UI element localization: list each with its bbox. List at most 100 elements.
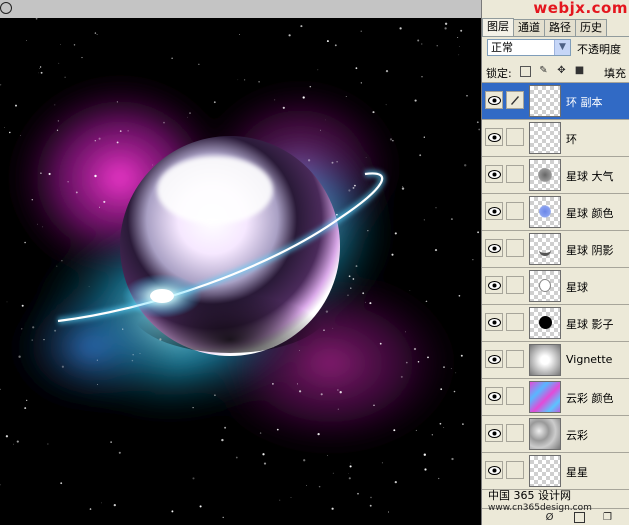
star: [96, 383, 99, 386]
star: [131, 359, 134, 362]
layer-row[interactable]: 星球 阴影: [482, 231, 629, 268]
star: [392, 140, 394, 142]
star: [296, 383, 298, 385]
star: [127, 130, 129, 132]
star: [116, 101, 119, 103]
link-slot[interactable]: [506, 128, 524, 146]
star: [336, 213, 338, 216]
layer-name: 环: [566, 133, 577, 146]
eye-icon[interactable]: [485, 239, 503, 257]
star: [171, 510, 174, 513]
star: [58, 62, 60, 64]
link-slot[interactable]: [506, 313, 524, 331]
lock-move-icon[interactable]: ✥: [556, 65, 567, 76]
star: [224, 426, 227, 429]
star: [39, 66, 42, 68]
star: [417, 39, 420, 42]
link-slot[interactable]: [506, 350, 524, 368]
link-slot[interactable]: [506, 461, 524, 479]
layer-row[interactable]: 环: [482, 120, 629, 157]
eye-icon[interactable]: [485, 276, 503, 294]
star: [235, 456, 238, 459]
star: [214, 394, 216, 397]
star: [60, 44, 61, 45]
link-slot[interactable]: [506, 165, 524, 183]
layer-thumbnail: [529, 122, 561, 154]
layer-row[interactable]: 星球: [482, 268, 629, 305]
eye-icon[interactable]: [485, 461, 503, 479]
eye-icon[interactable]: [485, 424, 503, 442]
brush-icon[interactable]: [506, 91, 524, 109]
star: [337, 408, 339, 410]
layer-thumbnail: [529, 418, 561, 450]
document-canvas[interactable]: [0, 18, 481, 525]
star: [81, 57, 83, 59]
star: [132, 354, 134, 356]
star: [21, 304, 24, 307]
star: [64, 76, 66, 78]
layer-row[interactable]: Vignette: [482, 342, 629, 379]
blend-mode-select[interactable]: 正常 ▼: [487, 39, 571, 56]
layer-row[interactable]: 星球 大气: [482, 157, 629, 194]
layer-row[interactable]: 星球 颜色: [482, 194, 629, 231]
eye-icon[interactable]: [485, 202, 503, 220]
star: [415, 429, 417, 431]
star: [113, 503, 116, 507]
eye-icon[interactable]: [485, 313, 503, 331]
star: [365, 157, 367, 158]
chevron-down-icon[interactable]: ▼: [554, 40, 570, 55]
star: [189, 112, 191, 114]
eye-icon[interactable]: [485, 128, 503, 146]
link-slot[interactable]: [506, 239, 524, 257]
star: [352, 186, 355, 189]
star: [472, 259, 474, 261]
link-slot[interactable]: [506, 202, 524, 220]
star: [327, 454, 328, 456]
watermark-site-name: 中国 365 设计网: [488, 489, 571, 502]
opacity-label: 不透明度: [577, 43, 621, 56]
star: [54, 104, 56, 106]
star: [26, 40, 27, 41]
star: [116, 141, 119, 144]
eye-icon[interactable]: [485, 350, 503, 368]
star: [439, 422, 442, 425]
star: [279, 499, 281, 501]
lock-all-icon[interactable]: ■: [574, 65, 585, 76]
star: [24, 241, 26, 244]
star: [317, 432, 320, 436]
star: [96, 359, 98, 361]
lock-transparent-icon[interactable]: [520, 66, 531, 77]
lock-brush-icon[interactable]: ✎: [538, 65, 549, 76]
link-slot[interactable]: [506, 276, 524, 294]
tab-history[interactable]: 历史: [575, 19, 607, 36]
layers-panel: webjx.com 图层 通道 路径 历史 正常 ▼ 不透明度 锁定: ✎ ✥ …: [481, 0, 629, 525]
eye-icon[interactable]: [485, 91, 503, 109]
layer-row[interactable]: 环 副本: [482, 83, 629, 120]
star: [457, 37, 459, 39]
star: [187, 116, 189, 118]
star: [347, 294, 349, 296]
layer-row[interactable]: 云彩: [482, 416, 629, 453]
star: [453, 390, 456, 393]
star: [258, 80, 260, 83]
eye-icon[interactable]: [485, 387, 503, 405]
layer-name: 云彩 颜色: [566, 392, 614, 405]
star: [39, 68, 40, 69]
layer-name: 云彩: [566, 429, 588, 442]
layer-row[interactable]: 星星: [482, 453, 629, 490]
star: [319, 129, 322, 131]
star: [431, 434, 433, 436]
link-slot[interactable]: [506, 387, 524, 405]
star: [119, 130, 122, 132]
eye-icon[interactable]: [485, 165, 503, 183]
watermark-site: 中国 365 设计网 www.cn365design.com: [488, 490, 629, 514]
layer-row[interactable]: 星球 影子: [482, 305, 629, 342]
star: [282, 106, 285, 109]
layer-thumbnail: [529, 233, 561, 265]
layer-row[interactable]: 云彩 颜色: [482, 379, 629, 416]
star: [47, 443, 49, 445]
tab-channels[interactable]: 通道: [513, 19, 545, 36]
tab-paths[interactable]: 路径: [544, 19, 576, 36]
link-slot[interactable]: [506, 424, 524, 442]
tab-layers[interactable]: 图层: [482, 18, 514, 36]
